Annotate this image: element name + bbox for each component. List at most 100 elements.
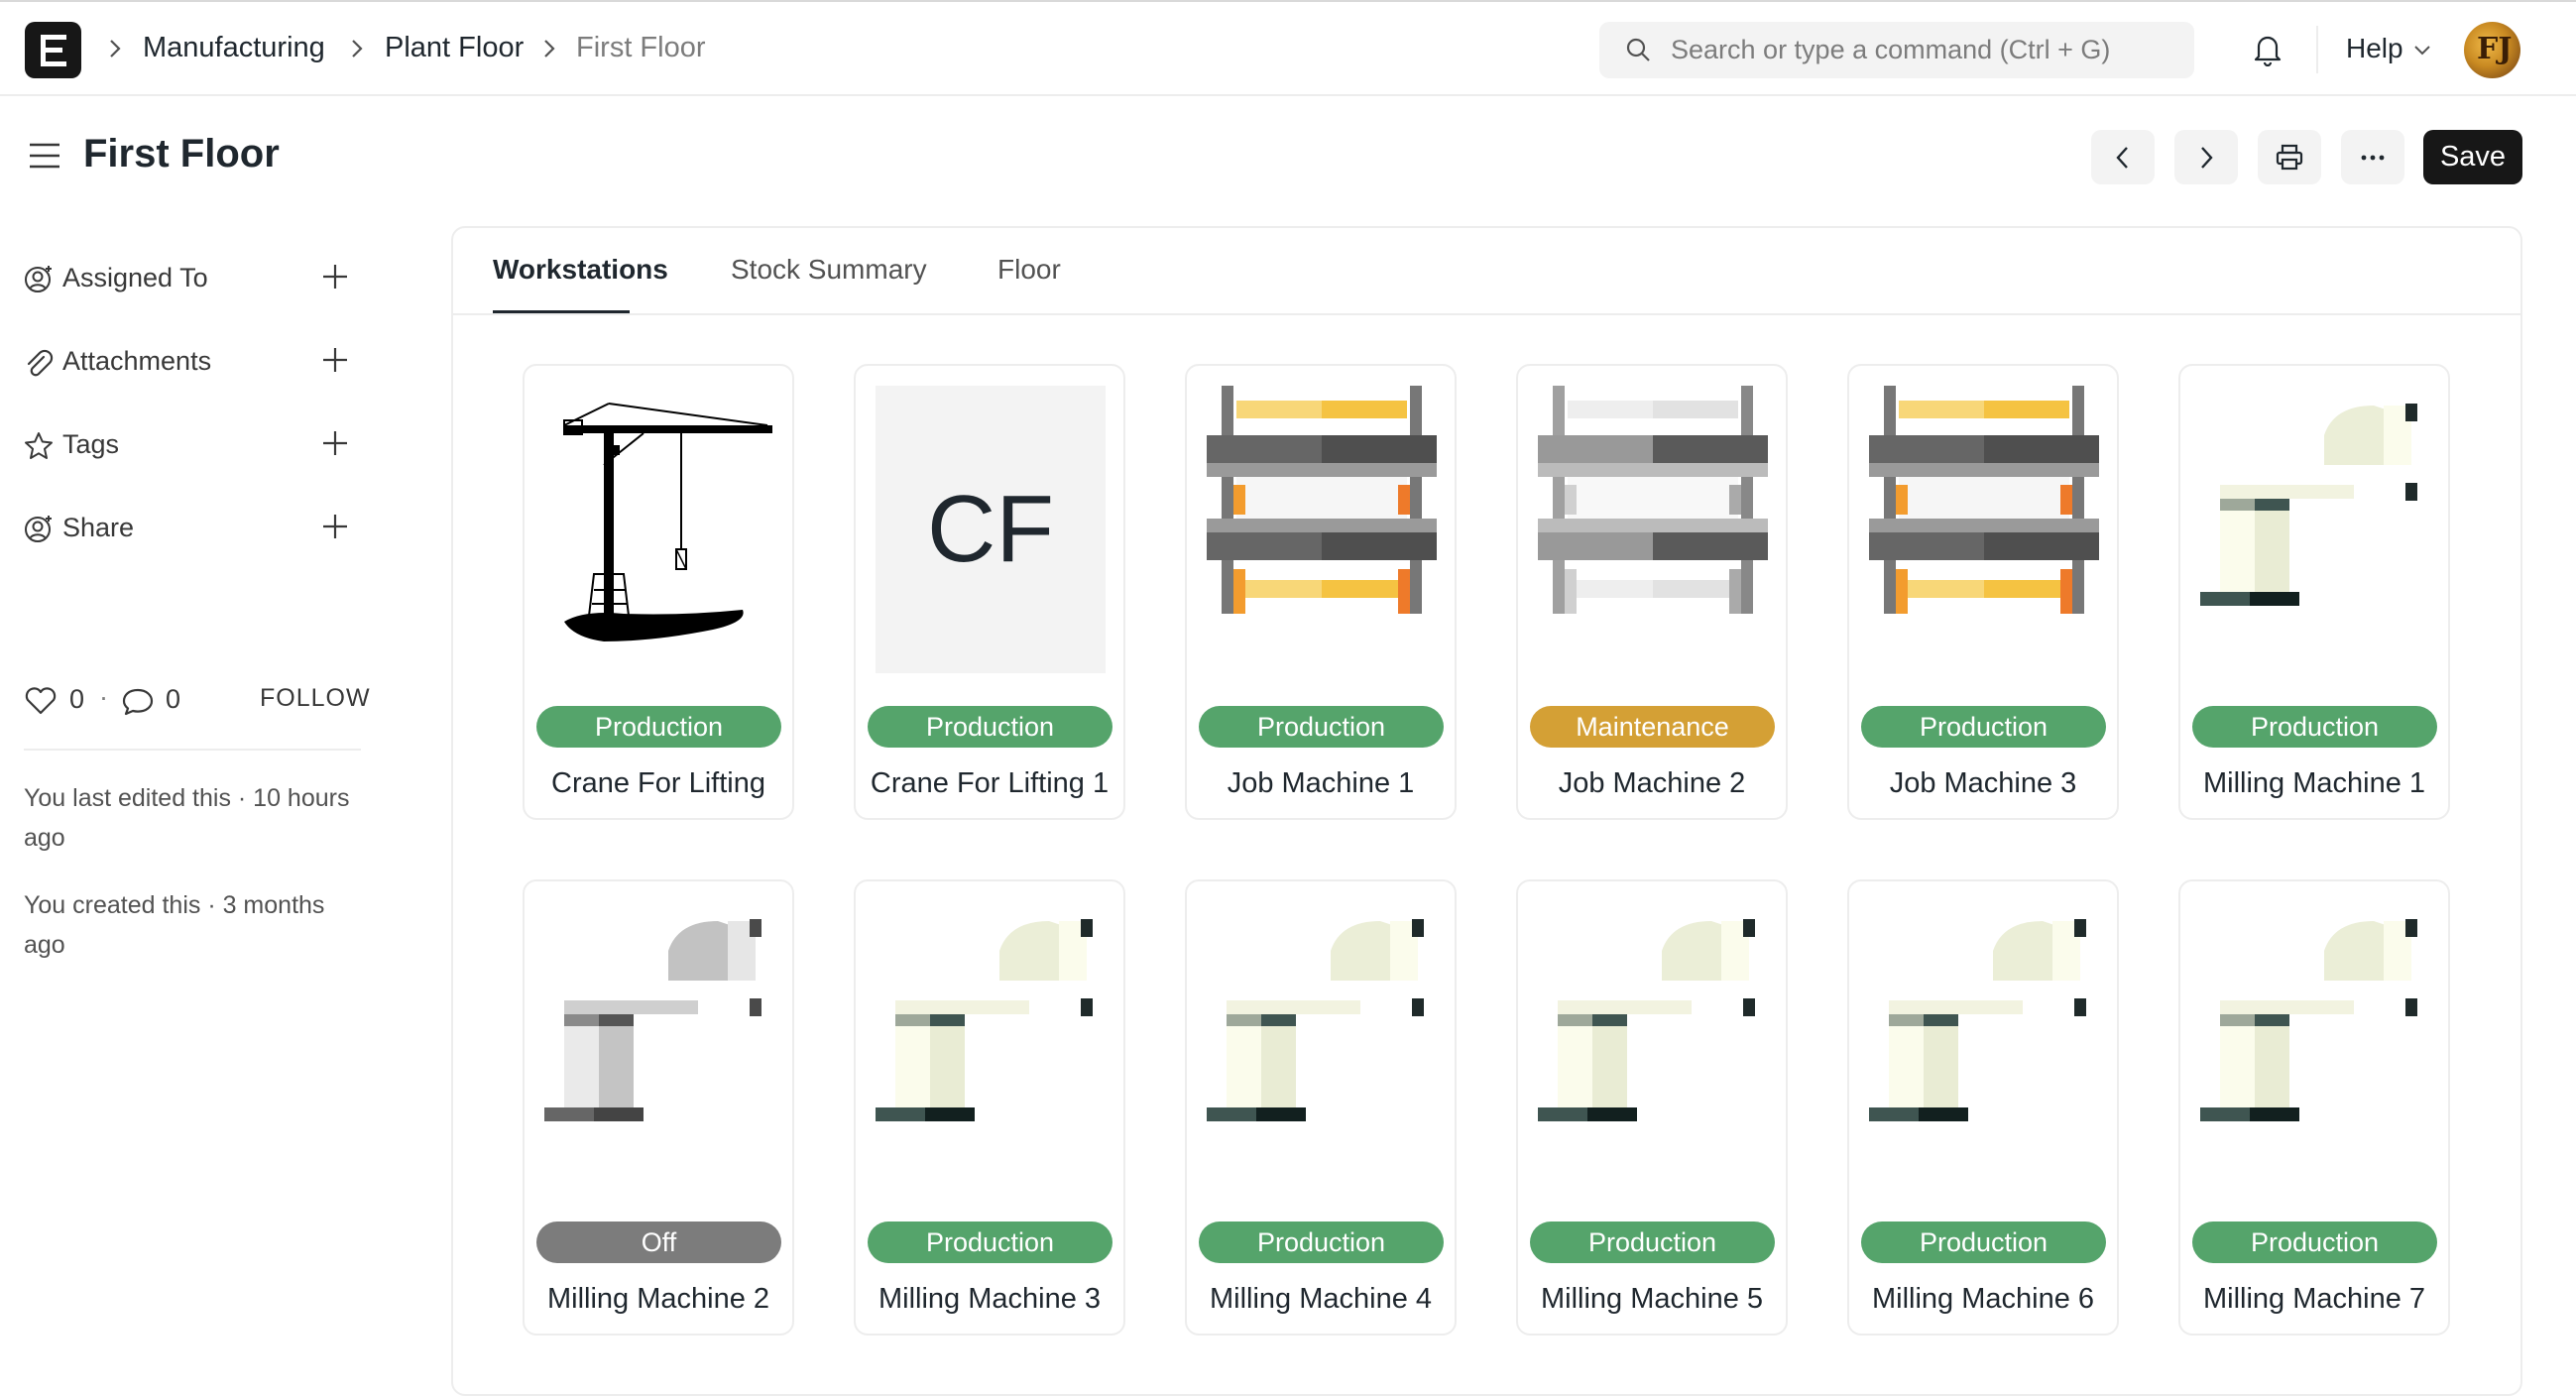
sidebar-item-label: Assigned To — [62, 263, 208, 292]
sidebar-divider — [24, 749, 361, 751]
sidebar-item-assigned-to[interactable]: Assigned To — [24, 253, 361, 302]
last-edited-note: You last edited this · 10 hours ago — [24, 784, 350, 852]
user-avatar[interactable]: FJ — [2464, 22, 2520, 78]
form-card: Workstations Stock Summary Floor Product… — [451, 226, 2522, 1396]
workstation-card[interactable]: Production Milling Machine 4 — [1185, 879, 1457, 1336]
chevron-right-icon — [110, 40, 121, 58]
sidebar-item-share[interactable]: Share — [24, 503, 361, 552]
created-note: You created this · 3 months ago — [24, 891, 325, 959]
workstation-name: Crane For Lifting 1 — [870, 767, 1110, 799]
workstation-card[interactable]: Off Milling Machine 2 — [523, 879, 794, 1336]
tab-bar: Workstations Stock Summary Floor — [453, 228, 2520, 315]
workstation-name: Job Machine 3 — [1889, 767, 2077, 799]
status-badge: Production — [536, 706, 781, 748]
workstation-name: Milling Machine 5 — [1540, 1283, 1764, 1315]
search-bar[interactable] — [1599, 22, 2194, 78]
status-badge: Production — [1199, 1222, 1444, 1263]
paperclip-icon — [27, 349, 54, 377]
workstation-name: Milling Machine 4 — [1209, 1283, 1433, 1315]
workstation-name: Job Machine 2 — [1558, 767, 1746, 799]
notification-bell-icon[interactable] — [2253, 33, 2283, 66]
sidebar-item-tags[interactable]: Tags — [24, 419, 361, 469]
workstation-name: Crane For Lifting — [551, 767, 765, 799]
add-icon[interactable] — [321, 263, 349, 291]
workstation-card[interactable]: CF Production Crane For Lifting 1 — [854, 364, 1125, 820]
sidebar-item-label: Tags — [62, 429, 120, 459]
next-button[interactable] — [2174, 130, 2238, 184]
job-machine-image — [1869, 386, 2099, 614]
breadcrumb-first-floor[interactable]: First Floor — [576, 32, 706, 64]
add-icon[interactable] — [321, 346, 349, 374]
status-badge: Production — [1199, 706, 1444, 748]
assign-user-icon — [25, 266, 52, 292]
erpnext-logo-icon — [41, 35, 66, 66]
more-options-button[interactable] — [2341, 130, 2404, 184]
active-tab-indicator — [493, 310, 630, 313]
sidebar-toggle-icon[interactable] — [28, 141, 61, 171]
chevron-right-icon — [352, 40, 363, 58]
heart-icon[interactable] — [24, 686, 58, 716]
help-menu[interactable]: Help — [2346, 33, 2403, 64]
app-logo[interactable] — [25, 22, 81, 78]
search-icon — [1626, 38, 1650, 61]
workstation-name: Milling Machine 2 — [546, 1283, 770, 1315]
tab-workstations[interactable]: Workstations — [493, 254, 668, 286]
add-icon[interactable] — [321, 429, 349, 457]
status-badge: Production — [2192, 1222, 2437, 1263]
chevron-down-icon[interactable] — [2413, 45, 2431, 57]
search-input[interactable] — [1669, 32, 2174, 68]
sidebar-item-label: Share — [62, 513, 135, 542]
milling-machine-image — [1869, 919, 2086, 1121]
job-machine-image — [1538, 386, 1768, 614]
workstation-name: Milling Machine 7 — [2202, 1283, 2426, 1315]
top-navbar: Manufacturing Plant Floor First Floor He… — [0, 0, 2576, 96]
ellipsis-icon — [2361, 155, 2385, 160]
workstation-card[interactable]: Maintenance Job Machine 2 — [1516, 364, 1788, 820]
printer-icon — [2276, 144, 2303, 170]
workstation-card[interactable]: Production Milling Machine 1 — [2178, 364, 2450, 820]
milling-machine-image — [544, 919, 761, 1121]
milling-machine-image — [1207, 919, 1424, 1121]
print-button[interactable] — [2258, 130, 2321, 184]
tab-floor[interactable]: Floor — [997, 254, 1061, 286]
workstation-card[interactable]: Production Milling Machine 7 — [2178, 879, 2450, 1336]
previous-button[interactable] — [2091, 130, 2155, 184]
status-badge: Maintenance — [1530, 706, 1775, 748]
breadcrumb-manufacturing[interactable]: Manufacturing — [143, 32, 325, 64]
add-icon[interactable] — [321, 513, 349, 540]
milling-machine-image — [876, 919, 1093, 1121]
follow-button[interactable]: FOLLOW — [260, 684, 371, 713]
workstation-name: Milling Machine 6 — [1871, 1283, 2095, 1315]
workstation-initials-placeholder: CF — [876, 386, 1106, 673]
breadcrumb-plant-floor[interactable]: Plant Floor — [385, 32, 524, 64]
save-button[interactable]: Save — [2423, 130, 2522, 184]
sidebar-item-attachments[interactable]: Attachments — [24, 336, 361, 386]
workstation-name: Milling Machine 1 — [2202, 767, 2426, 799]
share-user-icon — [25, 516, 52, 542]
separator-dot: · — [99, 682, 108, 712]
workstation-card[interactable]: Production Milling Machine 6 — [1847, 879, 2119, 1336]
workstation-card[interactable]: Production Milling Machine 3 — [854, 879, 1125, 1336]
job-machine-image — [1207, 386, 1437, 614]
status-badge: Production — [2192, 706, 2437, 748]
workstation-name: Job Machine 1 — [1227, 767, 1415, 799]
workstation-card[interactable]: Production Job Machine 1 — [1185, 364, 1457, 820]
status-badge: Production — [868, 1222, 1112, 1263]
milling-machine-image — [1538, 919, 1755, 1121]
workstation-card[interactable]: Production Job Machine 3 — [1847, 364, 2119, 820]
status-badge: Production — [1861, 706, 2106, 748]
chevron-left-icon — [2116, 146, 2128, 169]
status-badge: Production — [1530, 1222, 1775, 1263]
workstation-card[interactable]: Production Milling Machine 5 — [1516, 879, 1788, 1336]
comment-icon[interactable] — [121, 687, 155, 717]
workstation-card[interactable]: Production Crane For Lifting — [523, 364, 794, 820]
page-title: First Floor — [83, 132, 280, 175]
status-badge: Production — [868, 706, 1112, 748]
navbar-divider — [2316, 26, 2318, 73]
tab-stock-summary[interactable]: Stock Summary — [731, 254, 927, 286]
chevron-right-icon — [544, 40, 555, 58]
status-badge: Off — [536, 1222, 781, 1263]
crane-image — [563, 403, 772, 641]
like-count: 0 — [69, 684, 85, 714]
milling-machine-image — [2200, 919, 2417, 1121]
